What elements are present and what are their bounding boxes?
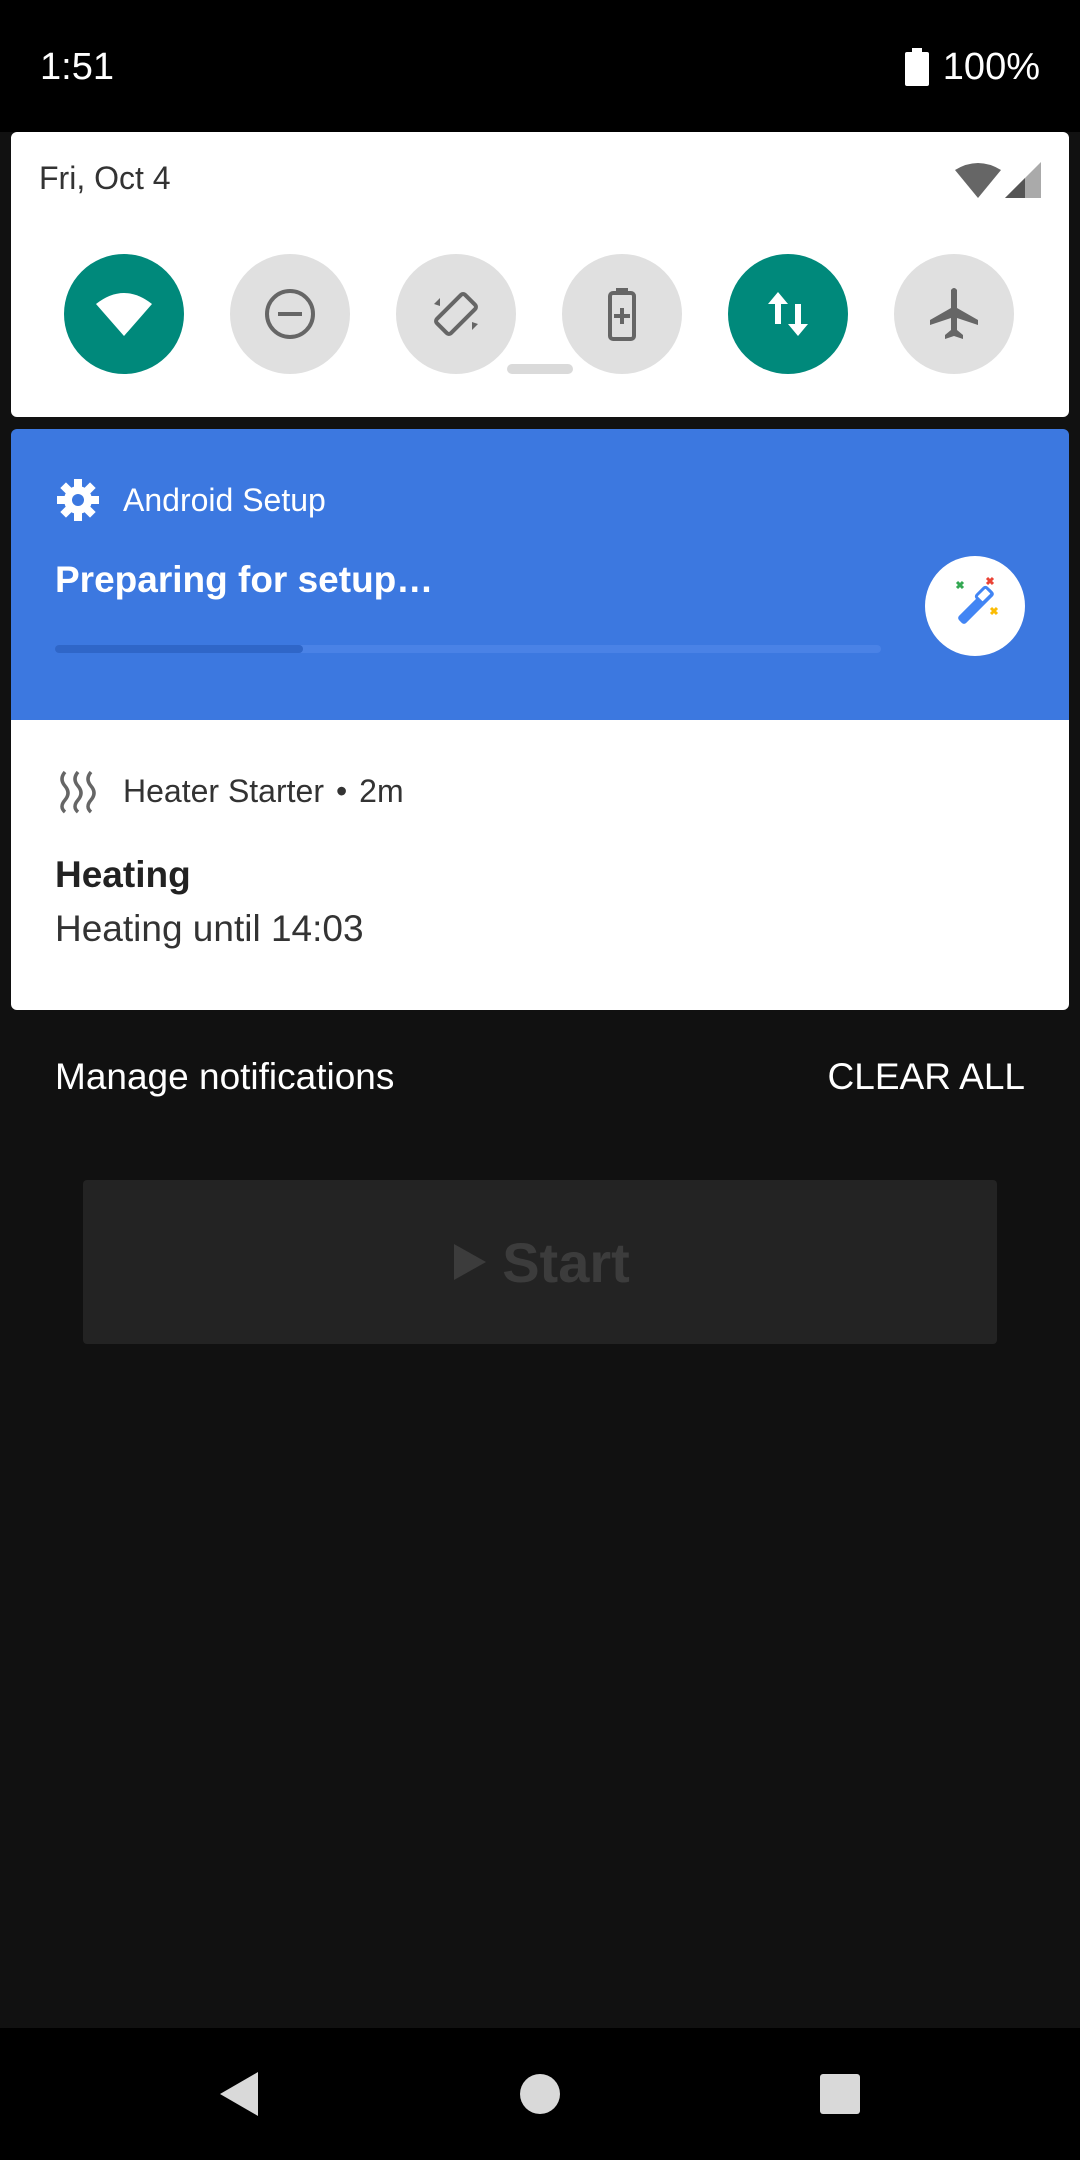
android-setup-notification[interactable]: Android Setup Preparing for setup…	[11, 429, 1069, 720]
navigation-bar	[0, 2028, 1080, 2160]
clear-all-button[interactable]: CLEAR ALL	[828, 1056, 1025, 1098]
battery-icon	[904, 48, 929, 86]
notification-text: Heating until 14:03	[55, 908, 364, 949]
status-bar: 1:51 100%	[0, 0, 1080, 132]
do-not-disturb-tile[interactable]	[230, 254, 350, 374]
airplane-mode-tile[interactable]	[894, 254, 1014, 374]
start-label: Start	[502, 1230, 630, 1294]
setup-progress-fill	[55, 645, 303, 653]
date-label[interactable]: Fri, Oct 4	[39, 160, 171, 197]
battery-saver-tile[interactable]	[562, 254, 682, 374]
magic-wand-icon	[955, 576, 999, 624]
notification-title: Preparing for setup…	[55, 559, 434, 600]
back-icon[interactable]	[214, 2068, 266, 2120]
separator-dot: •	[335, 772, 348, 809]
mobile-data-tile[interactable]	[728, 254, 848, 374]
quick-tiles	[11, 254, 1069, 376]
drag-handle[interactable]	[507, 364, 573, 374]
notification-time: 2m	[359, 772, 404, 809]
notification-header: Android Setup	[55, 477, 326, 523]
heater-starter-notification[interactable]: Heater Starter • 2m Heating Heating unti…	[11, 720, 1069, 1010]
quick-settings-panel: Fri, Oct 4	[11, 132, 1069, 417]
battery-percent: 100%	[942, 46, 1040, 88]
cell-signal-icon	[1005, 162, 1041, 198]
play-icon	[454, 1244, 487, 1280]
status-right: 100%	[904, 44, 1040, 90]
auto-rotate-icon	[434, 292, 478, 336]
notification-app-name: Heater Starter	[123, 772, 324, 809]
setup-progress-bar	[55, 645, 881, 653]
home-icon[interactable]	[514, 2068, 566, 2120]
notification-header: Heater Starter • 2m	[55, 768, 404, 814]
setup-wizard-icon	[925, 556, 1025, 656]
battery-saver-icon	[608, 288, 636, 341]
start-button[interactable]: Start	[83, 1180, 997, 1344]
do-not-disturb-icon	[265, 289, 315, 339]
wifi-tile[interactable]	[64, 254, 184, 374]
heat-waves-icon	[60, 770, 96, 814]
gear-icon	[57, 479, 99, 521]
airplane-icon	[930, 288, 978, 339]
status-time: 1:51	[40, 46, 114, 88]
notification-app-name: Android Setup	[123, 481, 326, 518]
manage-notifications-button[interactable]: Manage notifications	[55, 1056, 394, 1098]
wifi-signal-icon	[955, 163, 1001, 198]
mobile-data-icon	[768, 292, 808, 336]
signal-indicators	[955, 162, 1041, 198]
wifi-icon	[96, 293, 152, 336]
notification-title: Heating	[55, 854, 191, 895]
auto-rotate-tile[interactable]	[396, 254, 516, 374]
recents-icon[interactable]	[814, 2068, 866, 2120]
